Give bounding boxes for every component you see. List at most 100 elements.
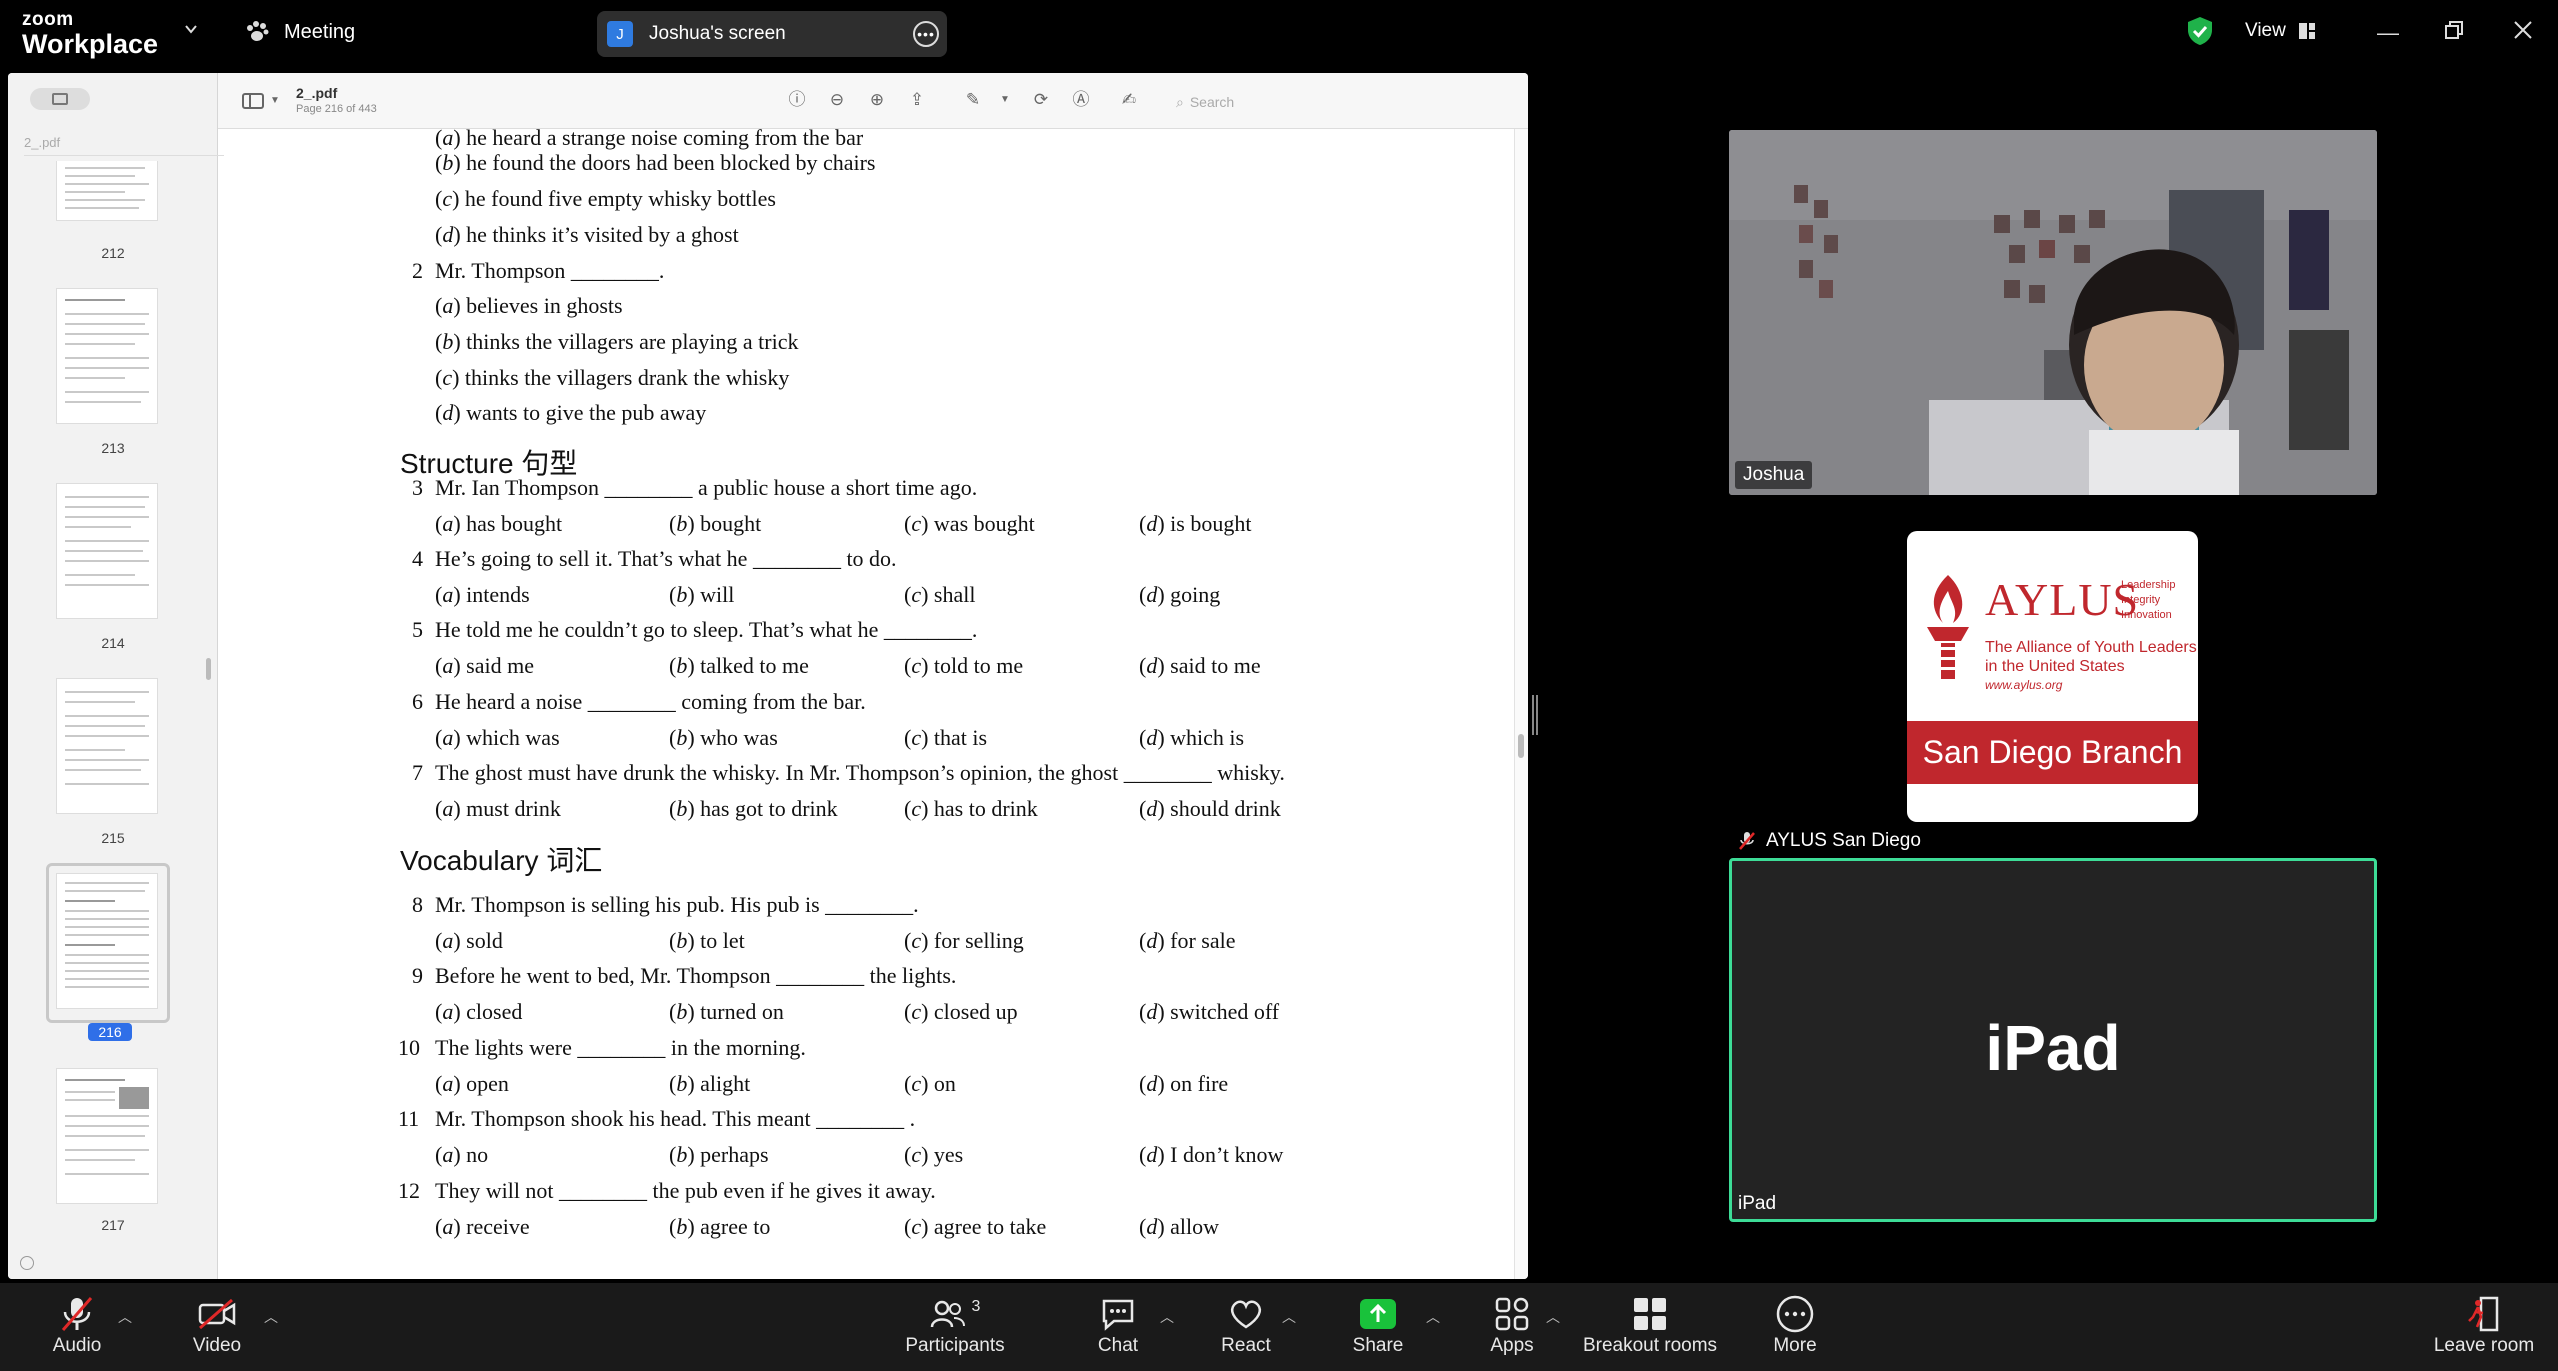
close-icon[interactable] [2513, 20, 2533, 40]
share-screen-icon [1360, 1299, 1396, 1329]
sidebar-scrollbar[interactable] [206, 658, 211, 680]
chat-icon [1102, 1299, 1134, 1331]
option-line: (a) no [435, 1142, 489, 1167]
question-number: 8 [412, 892, 423, 917]
section-heading-vocabulary: Vocabulary 词汇 [400, 845, 603, 876]
chevron-up-icon[interactable]: ︿ [1426, 1307, 1440, 1327]
leave-room-label: Leave room [2433, 1335, 2535, 1356]
leave-room-button[interactable]: Leave room [2432, 1293, 2536, 1357]
question-number: 5 [412, 617, 423, 642]
scroll-thumb[interactable] [1518, 734, 1524, 758]
option-line: (b) to let [669, 928, 745, 953]
chevron-up-icon[interactable]: ︿ [1160, 1307, 1174, 1327]
option-line: (a) intends [435, 582, 530, 607]
chevron-down-icon[interactable]: ▼ [270, 95, 280, 106]
question-text: Mr. Thompson is selling his pub. His pub… [435, 892, 919, 917]
pdf-filename: 2_.pdf [296, 85, 338, 101]
add-icon[interactable] [20, 1256, 34, 1270]
option-line: (a) which was [435, 725, 560, 750]
page-thumbnail-214[interactable] [56, 483, 158, 619]
option-line: (c) agree to take [904, 1214, 1047, 1239]
zoom-logo[interactable]: zoom Workplace [22, 10, 158, 58]
option-line: (a) receive [435, 1214, 530, 1239]
meeting-menu[interactable]: Meeting [244, 20, 355, 44]
option-line: (b) turned on [669, 999, 784, 1024]
option-line: (a) closed [435, 999, 523, 1024]
pdf-search-field[interactable]: ⌕ Search [1176, 91, 1356, 113]
option-line: (d) on fire [1139, 1071, 1229, 1096]
share-icon[interactable]: ⇪ [906, 89, 928, 111]
rotate-icon[interactable]: ⟳ [1030, 89, 1052, 111]
panel-resize-handle[interactable] [1532, 695, 1538, 735]
chevron-down-icon[interactable] [184, 22, 198, 36]
page-thumbnail-216[interactable] [56, 873, 158, 1009]
question-number: 10 [398, 1035, 420, 1060]
markup-pen-icon[interactable]: ✎ [962, 89, 984, 111]
breakout-rooms-button[interactable]: Breakout rooms [1580, 1293, 1720, 1357]
screen-share-pill[interactable]: J Joshua's screen ••• [597, 11, 947, 57]
page-thumbnail-212[interactable] [56, 161, 158, 221]
participants-button[interactable]: 3 Participants [900, 1293, 1010, 1357]
chevron-up-icon[interactable]: ︿ [264, 1307, 278, 1327]
zoom-out-icon[interactable]: ⊖ [826, 89, 848, 111]
pdf-page-content: (a) he heard a strange noise coming from… [232, 125, 1512, 1279]
search-icon: ⌕ [1176, 93, 1184, 110]
sidebar-view-toggle[interactable] [30, 88, 90, 110]
thumbnail-label-current: 216 [88, 1023, 132, 1041]
option-line: (a) has bought [435, 511, 563, 536]
view-menu[interactable]: View [2245, 20, 2316, 42]
apps-icon [1495, 1297, 1529, 1331]
share-button[interactable]: Share [1350, 1293, 1406, 1357]
thumbnail-label: 212 [101, 245, 125, 261]
video-tile-ipad[interactable]: iPad iPad [1729, 858, 2377, 1222]
page-thumbnail-215[interactable] [56, 678, 158, 814]
share-label: Share [1352, 1335, 1404, 1356]
react-button[interactable]: React [1218, 1293, 1274, 1357]
chevron-up-icon[interactable]: ︿ [1546, 1307, 1560, 1327]
thumbnail-label: 217 [101, 1217, 125, 1233]
chevron-up-icon[interactable]: ︿ [118, 1307, 132, 1327]
page-thumbnail-217[interactable] [56, 1068, 158, 1204]
chat-button[interactable]: Chat [1090, 1293, 1146, 1357]
info-icon[interactable]: ⓘ [786, 89, 808, 111]
more-icon [1776, 1295, 1814, 1333]
restore-icon[interactable] [2444, 20, 2464, 40]
video-tile-aylus[interactable]: AYLUS Leadership Integrity Innovation The … [1907, 531, 2198, 822]
option-line: (c) told to me [904, 653, 1024, 678]
sidebar-doc-title: 2_.pdf [24, 135, 61, 150]
more-options-icon[interactable]: ••• [913, 21, 939, 47]
more-label: More [1773, 1335, 1817, 1356]
heart-icon [1230, 1300, 1262, 1329]
react-label: React [1221, 1335, 1271, 1356]
question-number: 4 [412, 546, 423, 571]
pdf-scrollbar[interactable] [1514, 129, 1528, 1279]
option-line: (b) bought [669, 511, 762, 536]
chevron-up-icon[interactable]: ︿ [1282, 1307, 1296, 1327]
thumbnail-label: 213 [101, 440, 125, 456]
chevron-down-icon[interactable]: ▼ [994, 89, 1016, 111]
signature-icon[interactable]: ✍ [1118, 89, 1140, 111]
logo-line1: zoom [22, 9, 74, 30]
annotate-icon[interactable]: Ⓐ [1070, 89, 1092, 111]
meeting-label: Meeting [284, 20, 356, 43]
sidebar-toggle-icon[interactable] [242, 93, 264, 109]
shield-check-icon[interactable] [2186, 16, 2214, 46]
question-text: He heard a noise ________ coming from th… [435, 689, 866, 714]
more-button[interactable]: More [1770, 1293, 1820, 1357]
top-bar: zoom Workplace Meeting J Joshua's screen… [0, 0, 2558, 70]
apps-label: Apps [1490, 1335, 1534, 1356]
option-line: (b) agree to [669, 1214, 771, 1239]
apps-button[interactable]: Apps [1486, 1293, 1538, 1357]
participant-avatar-text: iPad [1985, 1012, 2121, 1084]
question-number: 7 [412, 760, 423, 785]
video-button[interactable]: Video [180, 1293, 254, 1357]
zoom-in-icon[interactable]: ⊕ [866, 89, 888, 111]
audio-button[interactable]: Audio [42, 1293, 112, 1357]
page-thumbnail-213[interactable] [56, 288, 158, 424]
video-label: Video [192, 1335, 242, 1356]
camera-off-icon [198, 1299, 236, 1329]
question-text: They will not ________ the pub even if h… [435, 1178, 936, 1203]
minimize-icon[interactable]: — [2377, 20, 2399, 46]
option-line: (a) must drink [435, 796, 561, 821]
video-tile-joshua[interactable]: Joshua [1729, 130, 2377, 495]
